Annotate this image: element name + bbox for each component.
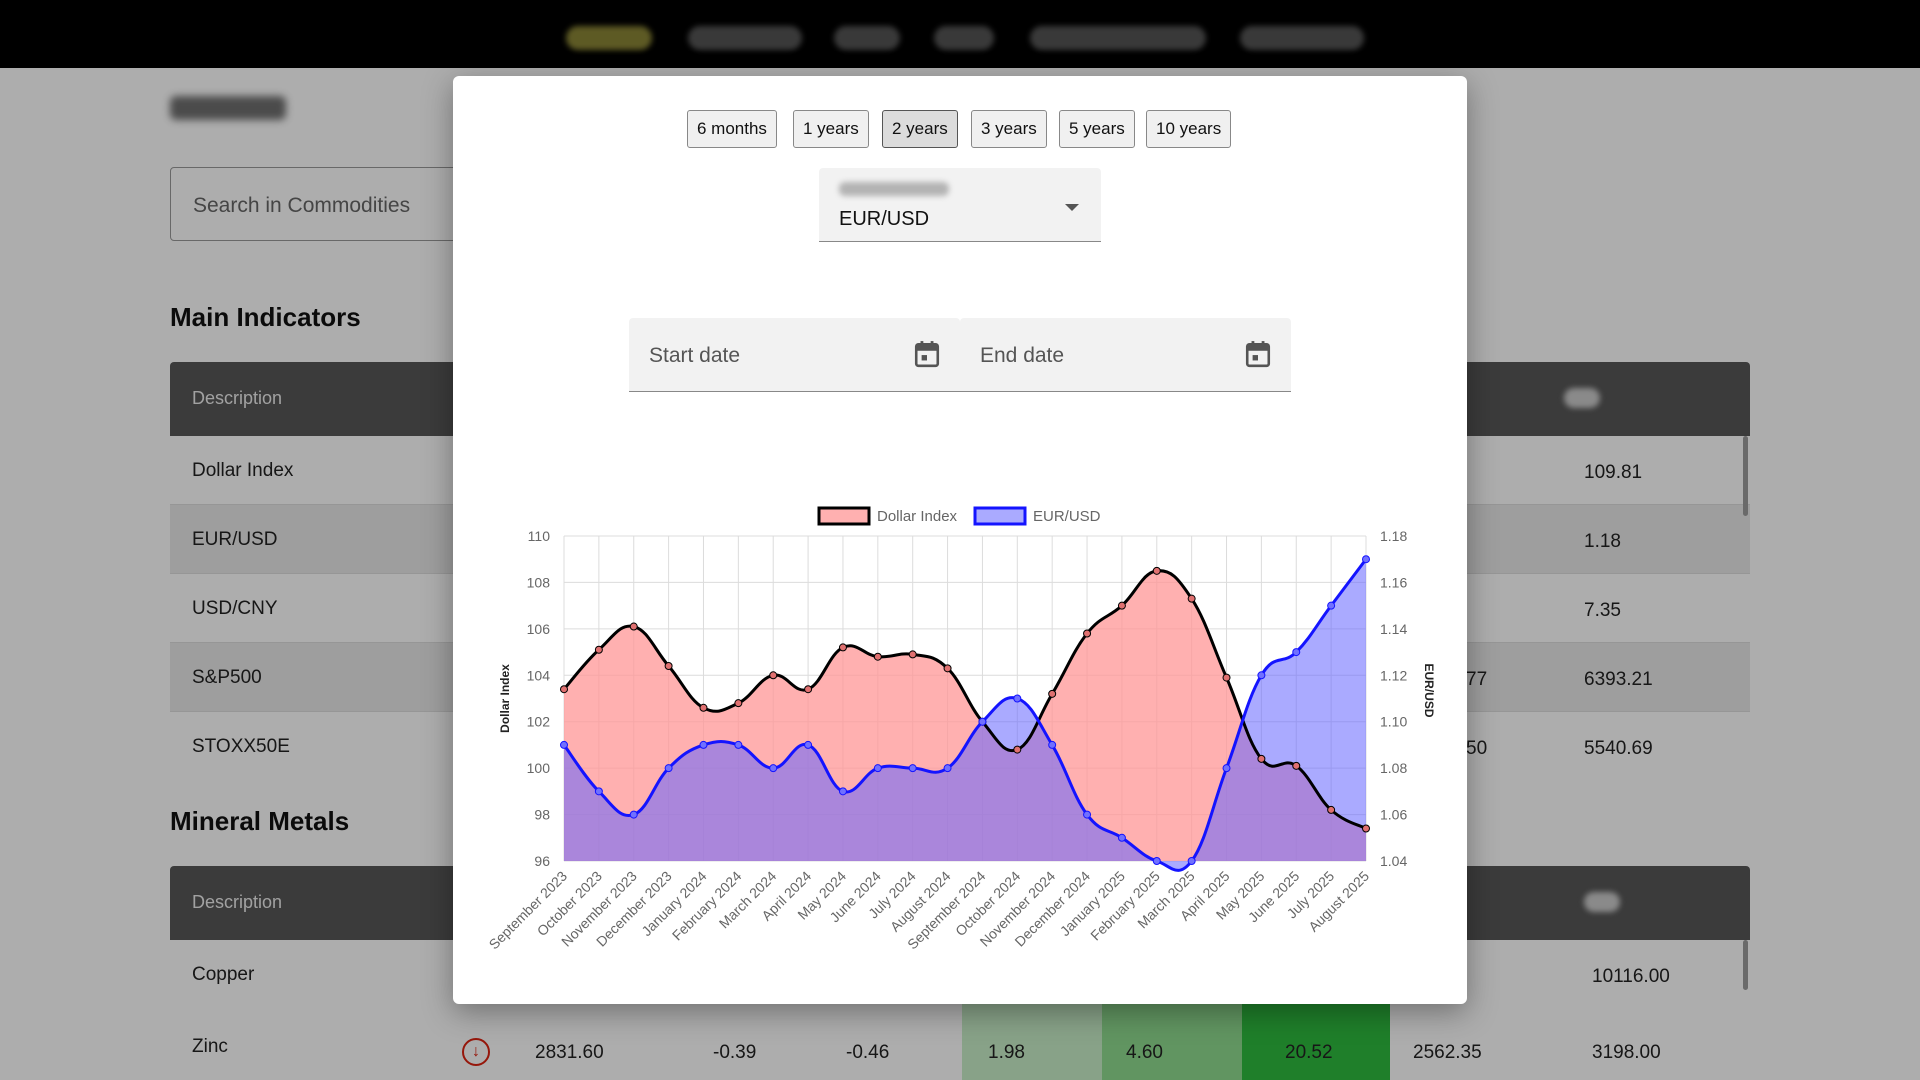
data-point-dollar-index: [560, 685, 568, 694]
data-point-eur-usd: [908, 764, 917, 773]
legend-label-eur-usd: EUR/USD: [1033, 508, 1101, 525]
data-point-dollar-index: [1292, 761, 1301, 770]
left-axis-tick-label: 108: [527, 574, 551, 590]
data-point-eur-usd: [1048, 740, 1057, 749]
data-point-eur-usd: [699, 740, 708, 749]
data-point-eur-usd: [943, 764, 952, 773]
left-axis-tick-label: 98: [534, 807, 550, 823]
data-point-eur-usd: [873, 764, 882, 773]
data-point-eur-usd: [1083, 810, 1092, 819]
data-point-eur-usd: [629, 810, 638, 819]
legend-label-dollar-index: Dollar Index: [877, 508, 958, 525]
data-point-eur-usd: [734, 740, 743, 749]
data-point-dollar-index: [1362, 824, 1370, 833]
right-axis-tick-label: 1.14: [1380, 621, 1407, 637]
data-point-eur-usd: [1292, 648, 1301, 657]
data-point-eur-usd: [978, 717, 987, 726]
left-axis-title: Dollar Index: [498, 664, 512, 733]
right-axis-tick-label: 1.06: [1380, 807, 1407, 823]
data-point-eur-usd: [594, 787, 603, 796]
data-point-dollar-index: [1257, 754, 1266, 763]
data-point-dollar-index: [1152, 566, 1161, 575]
data-point-eur-usd: [560, 740, 568, 749]
left-axis-tick-label: 96: [534, 853, 550, 869]
right-axis-tick-label: 1.04: [1380, 853, 1407, 869]
data-point-eur-usd: [1222, 764, 1231, 773]
data-point-dollar-index: [1048, 689, 1057, 698]
data-point-eur-usd: [1362, 555, 1370, 564]
legend-swatch-dollar-index: [817, 506, 871, 526]
data-point-dollar-index: [943, 664, 952, 673]
left-axis-tick-label: 110: [528, 528, 551, 544]
right-axis-tick-label: 1.16: [1380, 574, 1407, 590]
data-point-eur-usd: [1152, 857, 1161, 865]
dual-axis-line-chart: 96 98 100 102 104 106 108 110 1.04 1.06 1.08 1.10 1.…: [486, 506, 1436, 952]
data-point-dollar-index: [594, 645, 603, 654]
data-point-eur-usd: [1327, 601, 1336, 610]
data-point-dollar-index: [1013, 745, 1022, 754]
data-point-eur-usd: [1257, 671, 1266, 680]
data-point-dollar-index: [629, 622, 638, 631]
chart-modal: 6 months 1 years 2 years 3 years 5 years…: [453, 76, 1467, 1004]
data-point-dollar-index: [873, 652, 882, 661]
data-point-dollar-index: [769, 671, 778, 680]
right-axis-tick-label: 1.12: [1380, 667, 1407, 683]
data-point-dollar-index: [664, 662, 673, 670]
data-point-eur-usd: [838, 787, 847, 796]
data-point-eur-usd: [1013, 694, 1022, 703]
data-point-dollar-index: [1222, 673, 1231, 682]
data-point-dollar-index: [838, 643, 847, 652]
left-axis-tick-label: 100: [527, 760, 551, 776]
data-point-dollar-index: [699, 703, 708, 712]
data-point-dollar-index: [1117, 601, 1126, 610]
data-point-dollar-index: [734, 699, 743, 708]
data-point-dollar-index: [804, 685, 813, 694]
right-axis-tick-label: 1.18: [1380, 528, 1407, 544]
left-axis-tick-label: 102: [527, 714, 551, 730]
data-point-eur-usd: [769, 764, 778, 773]
data-point-eur-usd: [1117, 833, 1126, 842]
right-axis-tick-label: 1.10: [1380, 714, 1407, 730]
data-point-eur-usd: [1187, 857, 1196, 865]
right-axis-title: EUR/USD: [1422, 663, 1436, 717]
right-axis-tick-label: 1.08: [1380, 760, 1407, 776]
data-point-eur-usd: [664, 764, 673, 773]
data-point-dollar-index: [1187, 594, 1196, 603]
data-point-dollar-index: [1083, 629, 1092, 638]
legend-swatch-eur-usd: [973, 506, 1027, 526]
data-point-dollar-index: [1327, 805, 1336, 814]
left-axis-tick-label: 106: [527, 621, 551, 637]
left-axis-tick-label: 104: [527, 667, 551, 683]
data-point-eur-usd: [804, 740, 813, 749]
data-point-dollar-index: [908, 650, 917, 659]
